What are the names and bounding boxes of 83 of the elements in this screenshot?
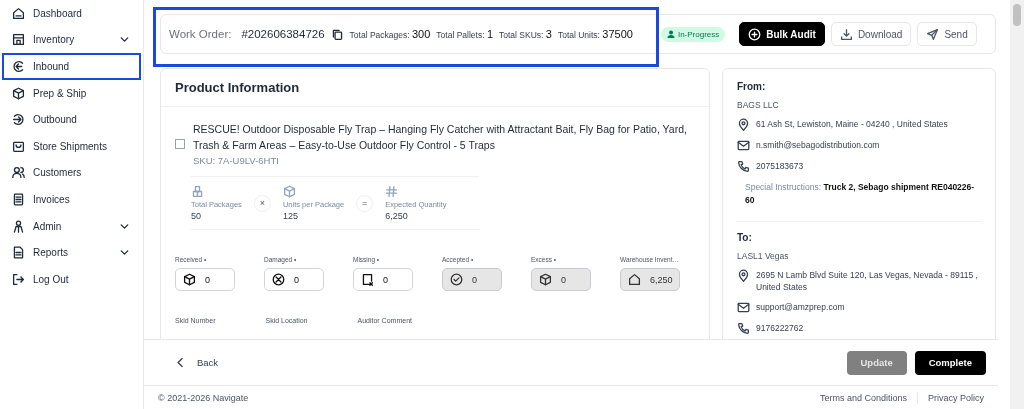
box-icon xyxy=(539,273,552,286)
address-heading: From: xyxy=(737,81,767,92)
copy-icon xyxy=(330,27,344,41)
action-button[interactable]: Complete xyxy=(914,350,986,375)
bulk-audit-button[interactable]: Bulk Audit xyxy=(739,22,825,46)
hash-icon xyxy=(385,185,399,198)
scrollbar-thumb[interactable] xyxy=(1013,4,1021,26)
sidebar-item[interactable]: Inventory xyxy=(2,26,141,54)
number-field[interactable]: 6,250 xyxy=(620,268,680,291)
users-icon xyxy=(12,166,25,180)
sidebar-item[interactable]: Customers xyxy=(2,159,141,187)
stat-text: Total Packages: 300 xyxy=(349,28,431,40)
address-text: 61 Ash St, Lewiston, Maine - 04240 , United States xyxy=(756,118,948,131)
address-text: 2695 N Lamb Blvd Suite 120, Las Vegas, Nevada - 89115 , United States xyxy=(756,269,979,293)
logout-icon xyxy=(12,272,25,286)
list-icon xyxy=(12,192,25,206)
back-button[interactable]: Back xyxy=(174,356,839,369)
sidebar-item[interactable]: Store Shipments xyxy=(2,132,141,160)
mail-icon xyxy=(737,301,750,314)
phone-icon xyxy=(737,160,750,173)
stat-text: Total Pallets: 1 xyxy=(436,28,493,40)
footer-link[interactable]: Terms and Conditions xyxy=(819,392,907,403)
pin-icon xyxy=(737,118,750,131)
footer-link[interactable]: Privacy Policy xyxy=(928,392,984,403)
email-text: n.smith@sebagodistribution.com xyxy=(756,139,880,152)
sidebar-item[interactable]: Invoices xyxy=(2,186,141,213)
card-title: Product Information xyxy=(161,69,709,107)
metric-value: 50 xyxy=(191,211,202,221)
download-icon xyxy=(839,27,853,41)
company-name: LASL1 Vegas xyxy=(737,251,790,261)
house-icon xyxy=(628,273,641,286)
home-icon xyxy=(12,6,25,20)
number-field[interactable]: 0 xyxy=(264,268,324,291)
metric-value: 125 xyxy=(282,211,299,221)
sku-text: SKU: 7A-U9LV-6HTI xyxy=(193,155,280,166)
box-icon xyxy=(282,185,296,198)
plus-circle-icon xyxy=(748,27,762,41)
stat-text: Total Units: 37500 xyxy=(557,28,633,40)
send-icon xyxy=(926,27,940,41)
special-instructions: Special Instructions: Truck 2, Sebago shipment RE040226-60 xyxy=(744,181,976,207)
phone-text: 9176222762 xyxy=(756,322,804,335)
box-icon xyxy=(183,273,196,286)
work-order-number: #202606384726 xyxy=(241,28,325,40)
copyright-text: © 2021-2026 Navigate xyxy=(158,392,250,403)
boxes-icon xyxy=(191,185,204,198)
number-field[interactable]: 0 xyxy=(353,268,413,291)
number-field[interactable]: 0 xyxy=(175,268,235,291)
number-field[interactable]: 0 xyxy=(531,268,591,291)
sidebar-item[interactable]: Outbound xyxy=(2,106,141,133)
mail-icon xyxy=(737,139,750,152)
sidebar-item[interactable]: Prep & Ship xyxy=(2,79,141,107)
sidebar-item[interactable]: Inbound xyxy=(2,53,141,80)
sidebar-item[interactable]: Admin xyxy=(2,212,141,240)
document-x-icon xyxy=(361,273,374,286)
stat-text: Total SKUs: 3 xyxy=(499,28,552,40)
number-field[interactable]: 0 xyxy=(442,268,502,291)
company-name: BAGS LLC xyxy=(737,100,780,110)
email-text: support@amzprep.com xyxy=(756,301,845,314)
pin-icon xyxy=(737,269,750,282)
x-circle-icon xyxy=(272,273,285,286)
sidebar-item[interactable]: Dashboard xyxy=(2,0,141,27)
document-icon xyxy=(12,246,25,260)
phone-text: 2075183673 xyxy=(756,160,804,173)
product-name: RESCUE! Outdoor Disposable Fly Trap – Hanging Fly Catcher with Attractant Bait, Fly Bag for Patio, Yard, Trash & Farm Areas – Easy-to-Use Outdoor Fly Control - 5 Traps xyxy=(193,122,688,153)
send-button[interactable]: Send xyxy=(917,22,977,46)
arrow-out-circle-icon xyxy=(12,113,25,127)
bag-icon xyxy=(12,139,25,153)
check-circle-icon xyxy=(450,273,463,286)
work-order-label: Work Order: xyxy=(169,28,232,40)
phone-icon xyxy=(737,322,750,335)
building-icon xyxy=(12,33,25,47)
download-button[interactable]: Download xyxy=(830,22,912,46)
status-badge: In-Progress xyxy=(660,26,726,42)
scrollbar[interactable] xyxy=(1010,0,1024,409)
sidebar-item[interactable]: Reports xyxy=(2,239,141,266)
box-icon xyxy=(12,86,25,100)
arrow-in-circle-icon xyxy=(12,60,25,73)
person-icon xyxy=(12,219,25,233)
person-icon xyxy=(666,30,675,38)
address-heading: To: xyxy=(737,232,753,243)
sidebar-item[interactable]: Log Out xyxy=(2,265,141,293)
image-placeholder xyxy=(175,138,185,149)
metric-value: 6,250 xyxy=(385,211,409,221)
